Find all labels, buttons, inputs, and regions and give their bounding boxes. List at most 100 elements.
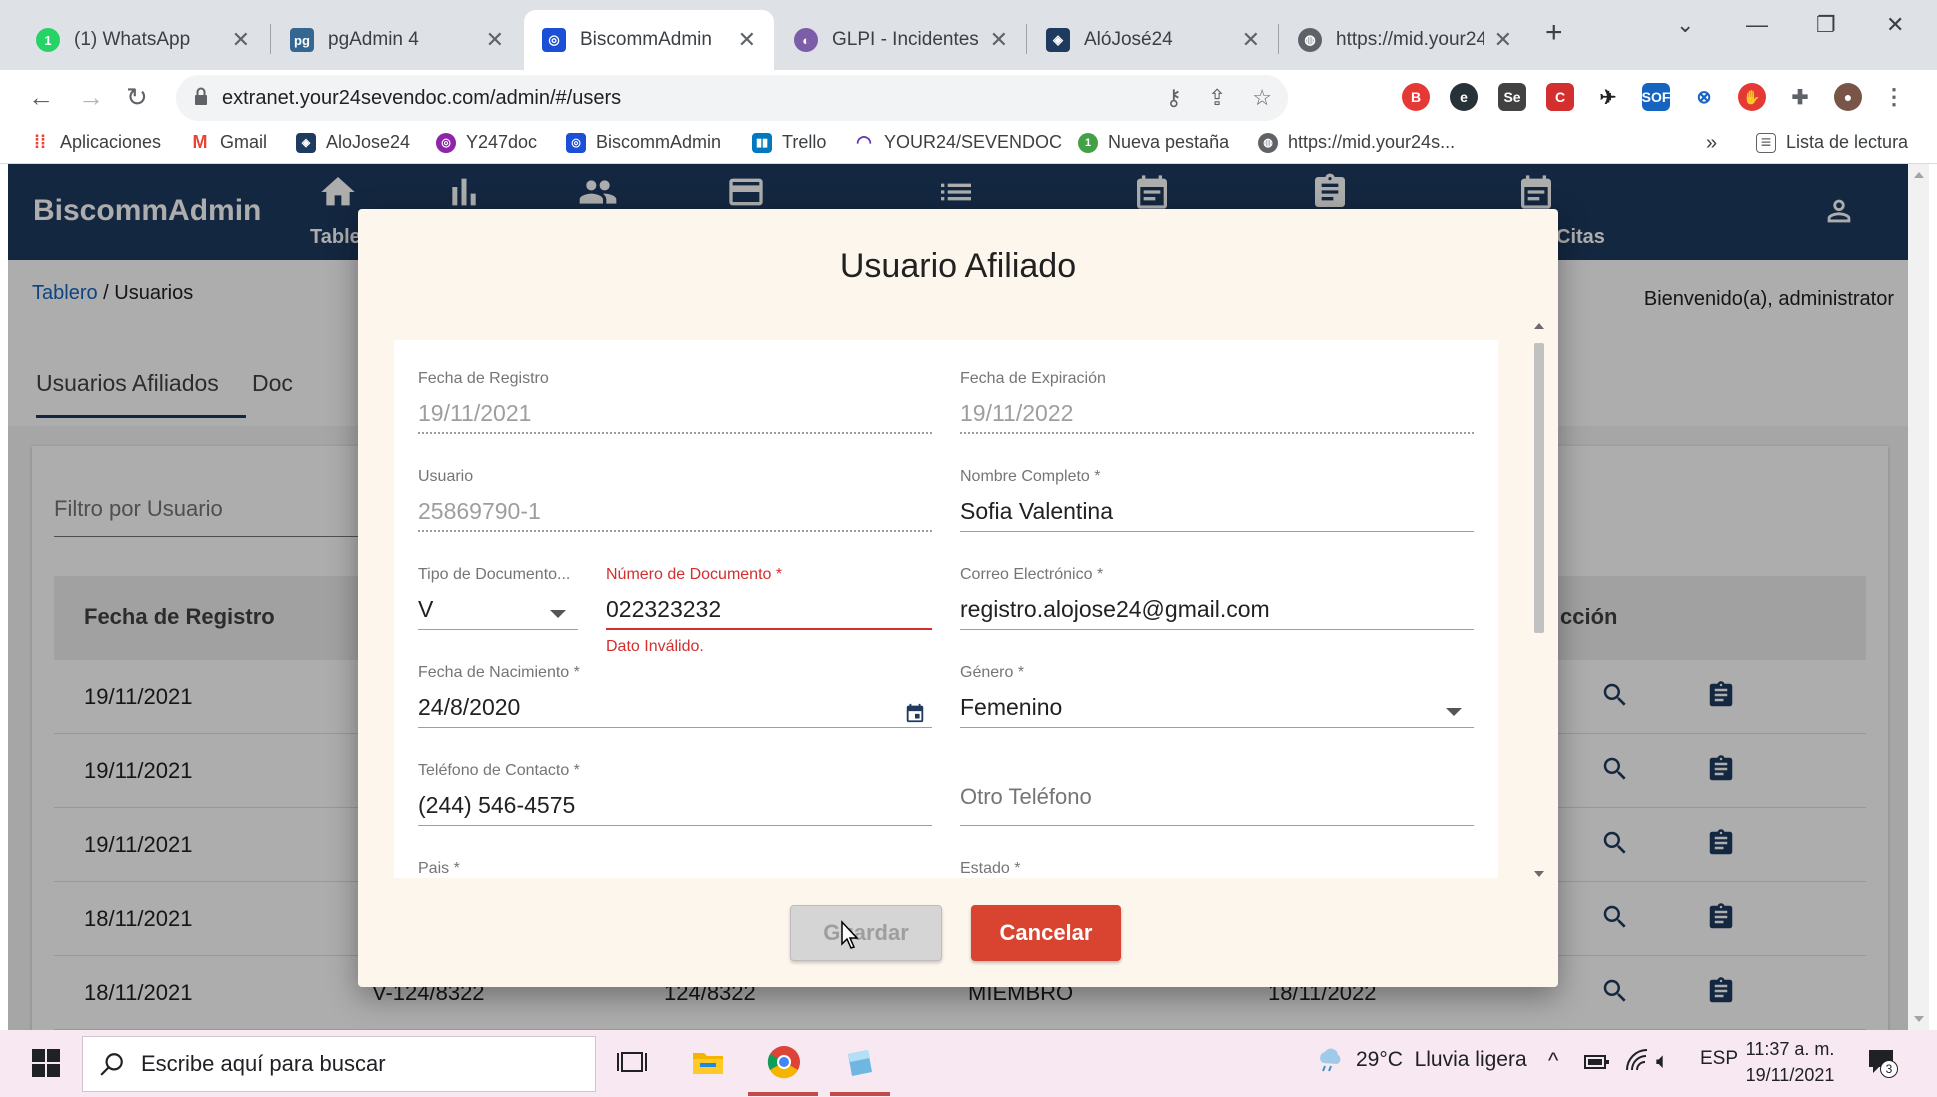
field-value[interactable]: Sofia Valentina bbox=[960, 498, 1474, 528]
apps-grid-icon: ⁞⁞ bbox=[34, 132, 46, 152]
browser-tab-alojose24[interactable]: ◈ AlóJosé24 ✕ bbox=[1028, 10, 1278, 70]
profile-avatar-icon[interactable]: ● bbox=[1834, 83, 1862, 111]
estado-select[interactable]: Estado * bbox=[960, 860, 1474, 878]
windows-start-icon[interactable] bbox=[32, 1049, 60, 1077]
browser-tab-biscommadmin[interactable]: ◎ BiscommAdmin ✕ bbox=[524, 10, 774, 70]
bookmark-trello[interactable]: ▮▮ Trello bbox=[752, 132, 826, 153]
otro-telefono-field[interactable]: Otro Teléfono bbox=[960, 762, 1474, 826]
scroll-up-arrow-icon[interactable] bbox=[1534, 323, 1544, 329]
field-label: Género * bbox=[960, 664, 1025, 681]
restore-icon[interactable]: ❐ bbox=[1816, 12, 1836, 38]
address-bar[interactable]: extranet.your24sevendoc.com/admin/#/user… bbox=[176, 75, 1288, 121]
dropdown-arrow-icon[interactable] bbox=[1446, 708, 1462, 716]
bookmark-y247doc[interactable]: ◎ Y247doc bbox=[436, 132, 537, 153]
reload-icon[interactable]: ↻ bbox=[126, 82, 148, 113]
browser-tab-pgadmin[interactable]: pg pgAdmin 4 ✕ bbox=[272, 10, 522, 70]
extension-icon[interactable]: ⊗ bbox=[1690, 83, 1718, 111]
bookmark-alojose24[interactable]: ◈ AloJose24 bbox=[296, 132, 410, 153]
bookmark-mid[interactable]: ◍ https://mid.your24s... bbox=[1258, 132, 1455, 153]
password-key-icon[interactable]: ⚷ bbox=[1166, 85, 1182, 111]
numero-documento-field[interactable]: Número de Documento * 022323232 bbox=[606, 566, 932, 630]
fecha-nacimiento-field[interactable]: Fecha de Nacimiento * 24/8/2020 bbox=[418, 664, 932, 728]
field-placeholder[interactable]: Otro Teléfono bbox=[960, 762, 1474, 810]
bookmark-biscommadmin[interactable]: ◎ BiscommAdmin bbox=[566, 132, 721, 153]
extension-icon[interactable]: B bbox=[1402, 83, 1430, 111]
telefono-field[interactable]: Teléfono de Contacto * (244) 546-4575 bbox=[418, 762, 932, 826]
taskbar-search-input[interactable]: Escribe aquí para buscar bbox=[82, 1036, 596, 1092]
bookmark-your24sevendoc[interactable]: ◠ YOUR24/SEVENDOC bbox=[854, 132, 1062, 153]
close-tab-icon[interactable]: ✕ bbox=[990, 27, 1008, 53]
field-value[interactable]: (244) 546-4575 bbox=[418, 792, 932, 822]
file-explorer-icon[interactable] bbox=[690, 1044, 726, 1080]
extension-icon[interactable]: C bbox=[1546, 83, 1574, 111]
browser-menu-icon[interactable]: ⋮ bbox=[1880, 83, 1908, 111]
weather-widget[interactable]: 29°C Lluvia ligera bbox=[1316, 1047, 1527, 1073]
taskbar-clock[interactable]: 11:37 a. m. 19/11/2021 bbox=[1744, 1036, 1836, 1088]
extension-icon[interactable]: Se bbox=[1498, 83, 1526, 111]
tab-separator bbox=[1278, 24, 1279, 54]
language-indicator[interactable]: ESP bbox=[1700, 1048, 1738, 1070]
field-value[interactable]: Femenino bbox=[960, 694, 1474, 724]
battery-icon[interactable] bbox=[1584, 1052, 1610, 1072]
field-value[interactable]: registro.alojose24@gmail.com bbox=[960, 596, 1474, 626]
close-tab-icon[interactable]: ✕ bbox=[486, 27, 504, 53]
task-view-icon[interactable] bbox=[614, 1044, 650, 1080]
app-running-indicator bbox=[830, 1092, 890, 1096]
chrome-active-indicator bbox=[748, 1092, 818, 1096]
field-value[interactable]: 24/8/2020 bbox=[418, 694, 932, 724]
bookmark-label: Aplicaciones bbox=[60, 132, 162, 152]
volume-icon[interactable]: 🔈︎ bbox=[1656, 1048, 1669, 1074]
chrome-icon[interactable] bbox=[766, 1044, 802, 1080]
more-bookmarks-chevron[interactable]: » bbox=[1706, 132, 1717, 155]
bookmark-apps[interactable]: ⁞⁞ Aplicaciones bbox=[30, 132, 161, 153]
wifi-icon[interactable] bbox=[1624, 1048, 1650, 1074]
browser-tab-mid[interactable]: ◍ https://mid.your24s ✕ bbox=[1280, 10, 1530, 70]
close-tab-icon[interactable]: ✕ bbox=[1494, 27, 1512, 53]
cancel-button[interactable]: Cancelar bbox=[971, 905, 1121, 961]
extension-icon[interactable]: e bbox=[1450, 83, 1478, 111]
alojose-icon: ◈ bbox=[296, 132, 316, 153]
close-tab-icon[interactable]: ✕ bbox=[232, 27, 250, 53]
correo-field[interactable]: Correo Electrónico * registro.alojose24@… bbox=[960, 566, 1474, 630]
save-button[interactable]: Guardar bbox=[790, 905, 942, 961]
page-scrollbar[interactable] bbox=[1908, 164, 1929, 1030]
scroll-up-arrow-icon[interactable] bbox=[1914, 172, 1924, 178]
browser-tab-glpi[interactable]: ◐ GLPI - Incidentes - ✕ bbox=[776, 10, 1026, 70]
scrollbar-thumb[interactable] bbox=[1534, 343, 1544, 633]
dropdown-arrow-icon[interactable] bbox=[550, 610, 566, 618]
back-icon[interactable]: ← bbox=[28, 82, 54, 113]
new-tab-icon[interactable]: + bbox=[1545, 16, 1563, 50]
sticky-notes-icon[interactable] bbox=[842, 1044, 878, 1080]
form-scrollbar[interactable] bbox=[1532, 321, 1548, 879]
search-placeholder: Escribe aquí para buscar bbox=[141, 1051, 386, 1076]
biscomm-icon: ◎ bbox=[542, 28, 566, 52]
notification-center-icon[interactable]: 3 bbox=[1866, 1046, 1898, 1078]
tipo-documento-select[interactable]: Tipo de Documento... V bbox=[418, 566, 578, 630]
adblock-icon[interactable]: ✋ bbox=[1738, 83, 1766, 111]
extensions-puzzle-icon[interactable]: ✚ bbox=[1786, 83, 1814, 111]
close-tab-icon[interactable]: ✕ bbox=[1242, 27, 1260, 53]
tab-search-chevron-icon[interactable]: ⌄ bbox=[1676, 12, 1694, 38]
bookmarks-bar: ⁞⁞ Aplicaciones M Gmail ◈ AloJose24 ◎ Y2… bbox=[0, 126, 1937, 164]
share-icon[interactable]: ⇪ bbox=[1208, 85, 1226, 111]
bookmark-gmail[interactable]: M Gmail bbox=[190, 132, 267, 153]
close-window-icon[interactable]: ✕ bbox=[1886, 12, 1904, 38]
extension-icon[interactable]: SOF bbox=[1642, 83, 1670, 111]
field-underline bbox=[606, 628, 932, 630]
field-value[interactable]: 022323232 bbox=[606, 596, 932, 626]
genero-select[interactable]: Género * Femenino bbox=[960, 664, 1474, 728]
reading-list[interactable]: ≡ Lista de lectura bbox=[1756, 132, 1908, 153]
extension-icon[interactable]: ✈ bbox=[1594, 83, 1622, 111]
browser-tab-whatsapp[interactable]: 1 (1) WhatsApp ✕ bbox=[18, 10, 268, 70]
close-tab-icon[interactable]: ✕ bbox=[738, 27, 756, 53]
scroll-down-arrow-icon[interactable] bbox=[1914, 1016, 1924, 1022]
calendar-icon[interactable] bbox=[904, 702, 926, 724]
bookmark-star-icon[interactable]: ☆ bbox=[1252, 85, 1272, 111]
scroll-down-arrow-icon[interactable] bbox=[1534, 871, 1544, 877]
nombre-completo-field[interactable]: Nombre Completo * Sofia Valentina bbox=[960, 468, 1474, 532]
forward-icon[interactable]: → bbox=[78, 82, 104, 113]
minimize-icon[interactable]: — bbox=[1746, 12, 1768, 38]
bookmark-nueva-pestana[interactable]: 1 Nueva pestaña bbox=[1078, 132, 1229, 153]
pais-select[interactable]: Pais * bbox=[418, 860, 932, 878]
tray-chevron-up-icon[interactable]: ^ bbox=[1548, 1048, 1558, 1074]
